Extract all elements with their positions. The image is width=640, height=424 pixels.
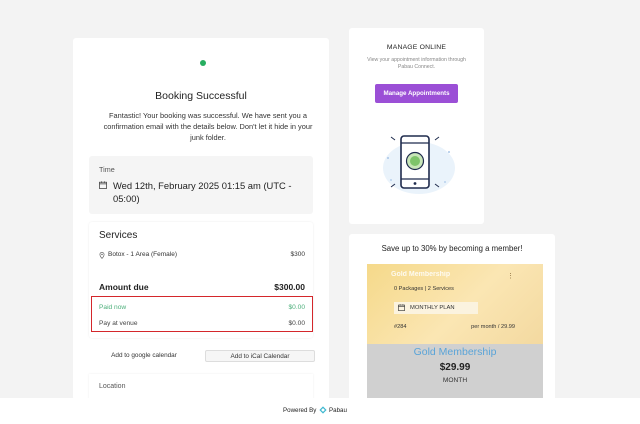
membership-card: Save up to 30% by becoming a member! Gol… bbox=[349, 234, 555, 404]
membership-offer[interactable]: Gold Membership ⋮ 0 Packages | 2 Service… bbox=[367, 264, 543, 404]
membership-period: per month / 29.99 bbox=[471, 324, 515, 330]
pabau-logo-icon bbox=[319, 406, 327, 414]
plan-text: MONTHLY PLAN bbox=[410, 305, 455, 311]
membership-gold-card: Gold Membership ⋮ 0 Packages | 2 Service… bbox=[367, 264, 543, 344]
paid-now-value: $0.00 bbox=[288, 304, 305, 311]
location-section: Location bbox=[89, 374, 313, 400]
map-pin-icon bbox=[99, 252, 105, 259]
booking-card: Booking Successful Fantastic! Your booki… bbox=[73, 38, 329, 400]
service-price: $300 bbox=[290, 251, 305, 258]
amount-due-value: $300.00 bbox=[274, 282, 305, 292]
paid-now-label: Paid now bbox=[99, 304, 127, 311]
success-status-dot bbox=[200, 60, 206, 66]
time-box: Time Wed 12th, February 2025 01:15 am (U… bbox=[89, 156, 313, 214]
membership-heading: Save up to 30% by becoming a member! bbox=[381, 244, 523, 253]
membership-cycle: MONTH bbox=[442, 377, 468, 384]
more-icon: ⋮ bbox=[507, 273, 514, 280]
pay-at-venue-label: Pay at venue bbox=[99, 320, 138, 327]
appointment-time: Wed 12th, February 2025 01:15 am (UTC - … bbox=[113, 180, 292, 204]
time-label: Time bbox=[99, 165, 115, 174]
add-to-ical-calendar-button[interactable]: Add to iCal Calendar bbox=[205, 350, 315, 362]
service-row: Botox - 1 Area (Female) $300 bbox=[99, 251, 305, 261]
amount-due-label: Amount due bbox=[99, 282, 149, 292]
membership-number: #284 bbox=[394, 324, 407, 330]
location-label: Location bbox=[99, 383, 126, 390]
add-to-google-calendar-button[interactable]: Add to google calendar bbox=[89, 350, 199, 362]
booking-message: Fantastic! Your booking was successful. … bbox=[103, 111, 313, 142]
payment-breakdown-highlight: Paid now $0.00 Pay at venue $0.00 bbox=[91, 296, 313, 332]
booking-title: Booking Successful bbox=[155, 90, 247, 102]
calendar-icon bbox=[99, 181, 107, 189]
manage-online-card: MANAGE ONLINE View your appointment info… bbox=[349, 28, 484, 224]
plan-calendar-icon bbox=[398, 304, 405, 311]
pay-at-venue-value: $0.00 bbox=[288, 320, 305, 327]
footer: Powered By Pabau bbox=[0, 398, 640, 424]
manage-online-subtitle: View your appointment information throug… bbox=[367, 57, 466, 70]
membership-name: Gold Membership bbox=[413, 346, 497, 358]
plan-badge: MONTHLY PLAN bbox=[394, 302, 478, 314]
powered-by-label: Powered By bbox=[283, 407, 317, 414]
membership-price: $29.99 bbox=[439, 362, 471, 373]
gold-card-packages: 0 Packages | 2 Services bbox=[394, 286, 454, 292]
manage-appointments-button[interactable]: Manage Appointments bbox=[375, 84, 458, 103]
manage-online-title: MANAGE ONLINE bbox=[386, 44, 447, 51]
services-section: Services Botox - 1 Area (Female) $300 Am… bbox=[89, 222, 313, 338]
pabau-brand-name[interactable]: Pabau bbox=[329, 407, 347, 414]
gold-card-name: Gold Membership bbox=[391, 271, 451, 278]
services-title: Services bbox=[99, 230, 138, 241]
phone-icon bbox=[383, 135, 455, 194]
service-name: Botox - 1 Area (Female) bbox=[108, 251, 177, 258]
